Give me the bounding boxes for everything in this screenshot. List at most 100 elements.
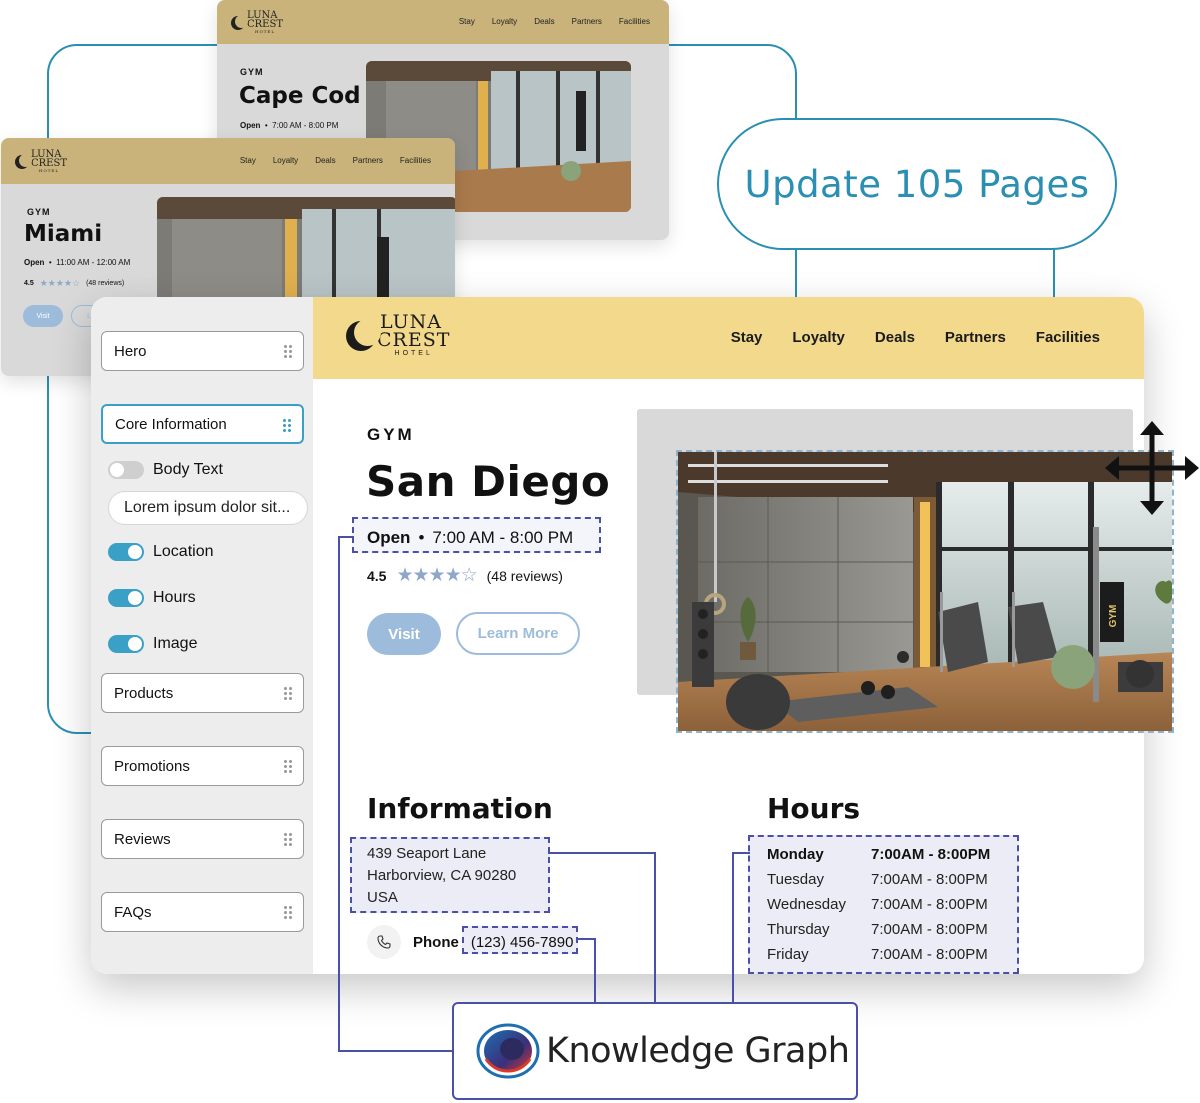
phone-label: Phone [413, 933, 459, 951]
nav-loyalty[interactable]: Loyalty [273, 156, 298, 165]
update-pages-button[interactable]: Update 105 Pages [717, 118, 1117, 250]
miami-hours-value: 11:00 AM - 12:00 AM [56, 258, 131, 267]
miami-nav: LUNA CREST HOTEL Stay Loyalty Deals Part… [1, 138, 455, 184]
miami-reviews: (48 reviews) [86, 280, 125, 287]
visit-button[interactable]: Visit [367, 613, 441, 655]
connector-hours-table [732, 852, 750, 1004]
cape-cod-nav-links: Stay Loyalty Deals Partners Facilities [459, 17, 650, 26]
block-reviews-label: Reviews [114, 830, 171, 848]
visit-label: Visit [388, 625, 420, 643]
toggle-row-hours: Hours [108, 589, 196, 607]
hours-heading: Hours [767, 792, 861, 825]
address-block: 439 Seaport Lane Harborview, CA 90280 US… [367, 843, 516, 909]
drag-handle-icon[interactable] [283, 344, 292, 358]
nav-partners[interactable]: Partners [572, 17, 602, 26]
site-logo[interactable]: LUNA CREST HOTEL [346, 313, 450, 358]
logo-line-crest: CREST [31, 158, 68, 169]
address-line-1: 439 Seaport Lane [367, 845, 487, 862]
connector-hours-vertical [338, 536, 354, 1052]
svg-text:GYM: GYM [1108, 605, 1119, 628]
nav-deals[interactable]: Deals [315, 156, 335, 165]
miami-logo: LUNA CREST HOTEL [15, 150, 67, 173]
gym-photo[interactable]: GYM [676, 450, 1174, 733]
block-promotions[interactable]: Promotions [101, 746, 304, 786]
cape-cod-logo: LUNA CREST HOTEL [231, 11, 283, 34]
image-toggle-label: Image [153, 635, 198, 652]
nav-facilities[interactable]: Facilities [619, 17, 650, 26]
open-hours-value: 7:00 AM - 8:00 PM [432, 528, 574, 547]
hours-day: Monday [767, 846, 824, 863]
nav-deals[interactable]: Deals [534, 17, 554, 26]
cape-cod-hours: Open • 7:00 AM - 8:00 PM [240, 121, 339, 130]
miami-visit-button[interactable]: Visit [23, 305, 63, 327]
block-hero[interactable]: Hero [101, 331, 304, 371]
miami-rating: 4.5 ★★★★☆ (48 reviews) [24, 278, 124, 289]
hours-toggle-label: Hours [153, 589, 196, 606]
cape-cod-nav: LUNA CREST HOTEL Stay Loyalty Deals Part… [217, 0, 669, 44]
nav-stay[interactable]: Stay [731, 329, 763, 346]
nav-partners[interactable]: Partners [945, 329, 1006, 346]
moon-logo-icon [346, 318, 381, 351]
hours-row: Friday 7:00AM - 8:00PM [767, 942, 990, 967]
learn-more-label: Learn More [477, 625, 559, 642]
location-toggle-label: Location [153, 543, 214, 560]
nav-stay[interactable]: Stay [459, 17, 475, 26]
nav-facilities[interactable]: Facilities [1036, 329, 1100, 346]
cape-cod-title: Cape Cod [239, 83, 361, 109]
block-reviews[interactable]: Reviews [101, 819, 304, 859]
drag-handle-icon[interactable] [283, 686, 292, 700]
block-core-information[interactable]: Core Information [101, 404, 304, 444]
gym-photo-illustration: GYM [678, 452, 1172, 731]
cape-cod-hours-value: 7:00 AM - 8:00 PM [272, 121, 339, 130]
image-toggle[interactable] [108, 635, 144, 653]
miami-visit-label: Visit [36, 312, 50, 320]
connector-phone [578, 938, 596, 1004]
hours-row: Wednesday 7:00AM - 8:00PM [767, 892, 990, 917]
body-text-toggle[interactable] [108, 461, 144, 479]
knowledge-graph-label: Knowledge Graph [546, 1031, 850, 1071]
learn-more-button[interactable]: Learn More [456, 612, 580, 655]
hours-time: 7:00AM - 8:00PM [871, 921, 988, 938]
hours-toggle[interactable] [108, 589, 144, 607]
logo-line-crest: CREST [247, 19, 284, 30]
block-core-information-label: Core Information [115, 415, 227, 433]
nav-facilities[interactable]: Facilities [400, 156, 431, 165]
hours-time: 7:00AM - 8:00PM [871, 846, 991, 863]
body-text-input[interactable]: Lorem ipsum dolor sit... [108, 491, 308, 525]
hours-day: Thursday [767, 921, 830, 938]
address-line-3: USA [367, 889, 398, 906]
drag-handle-icon[interactable] [283, 832, 292, 846]
drag-handle-icon[interactable] [282, 418, 291, 432]
block-products[interactable]: Products [101, 673, 304, 713]
block-faqs[interactable]: FAQs [101, 892, 304, 932]
toggle-row-image: Image [108, 635, 197, 653]
block-hero-label: Hero [114, 342, 147, 360]
hours-row: Monday 7:00AM - 8:00PM [767, 842, 990, 867]
address-line-2: Harborview, CA 90280 [367, 867, 517, 884]
miami-status: Open [24, 258, 45, 267]
editor-sidebar: Hero Core Information Body Text Lorem ip… [91, 297, 313, 974]
site-header: LUNA CREST HOTEL Stay Loyalty Deals Part… [313, 297, 1144, 379]
update-pages-label: Update 105 Pages [744, 162, 1090, 206]
location-toggle[interactable] [108, 543, 144, 561]
nav-partners[interactable]: Partners [353, 156, 383, 165]
page-title: San Diego [366, 457, 611, 506]
nav-loyalty[interactable]: Loyalty [792, 329, 845, 346]
body-text-value: Lorem ipsum dolor sit... [124, 499, 291, 516]
teal-connector-right [1053, 248, 1055, 300]
hours-day: Wednesday [767, 896, 846, 913]
connector-hours-to-kg [338, 1050, 454, 1052]
site-nav-links: Stay Loyalty Deals Partners Facilities [731, 329, 1100, 346]
move-arrows-icon[interactable] [1105, 421, 1199, 515]
block-products-label: Products [114, 684, 174, 702]
drag-handle-icon[interactable] [283, 759, 292, 773]
nav-deals[interactable]: Deals [875, 329, 915, 346]
review-count: (48 reviews) [486, 567, 563, 584]
knowledge-graph-box[interactable]: Knowledge Graph [452, 1002, 858, 1100]
cape-cod-kicker: GYM [240, 67, 264, 77]
nav-stay[interactable]: Stay [240, 156, 256, 165]
rating-row: 4.5 ★★★★☆ (48 reviews) [367, 564, 563, 587]
drag-handle-icon[interactable] [283, 905, 292, 919]
nav-loyalty[interactable]: Loyalty [492, 17, 517, 26]
miami-nav-links: Stay Loyalty Deals Partners Facilities [240, 156, 431, 165]
